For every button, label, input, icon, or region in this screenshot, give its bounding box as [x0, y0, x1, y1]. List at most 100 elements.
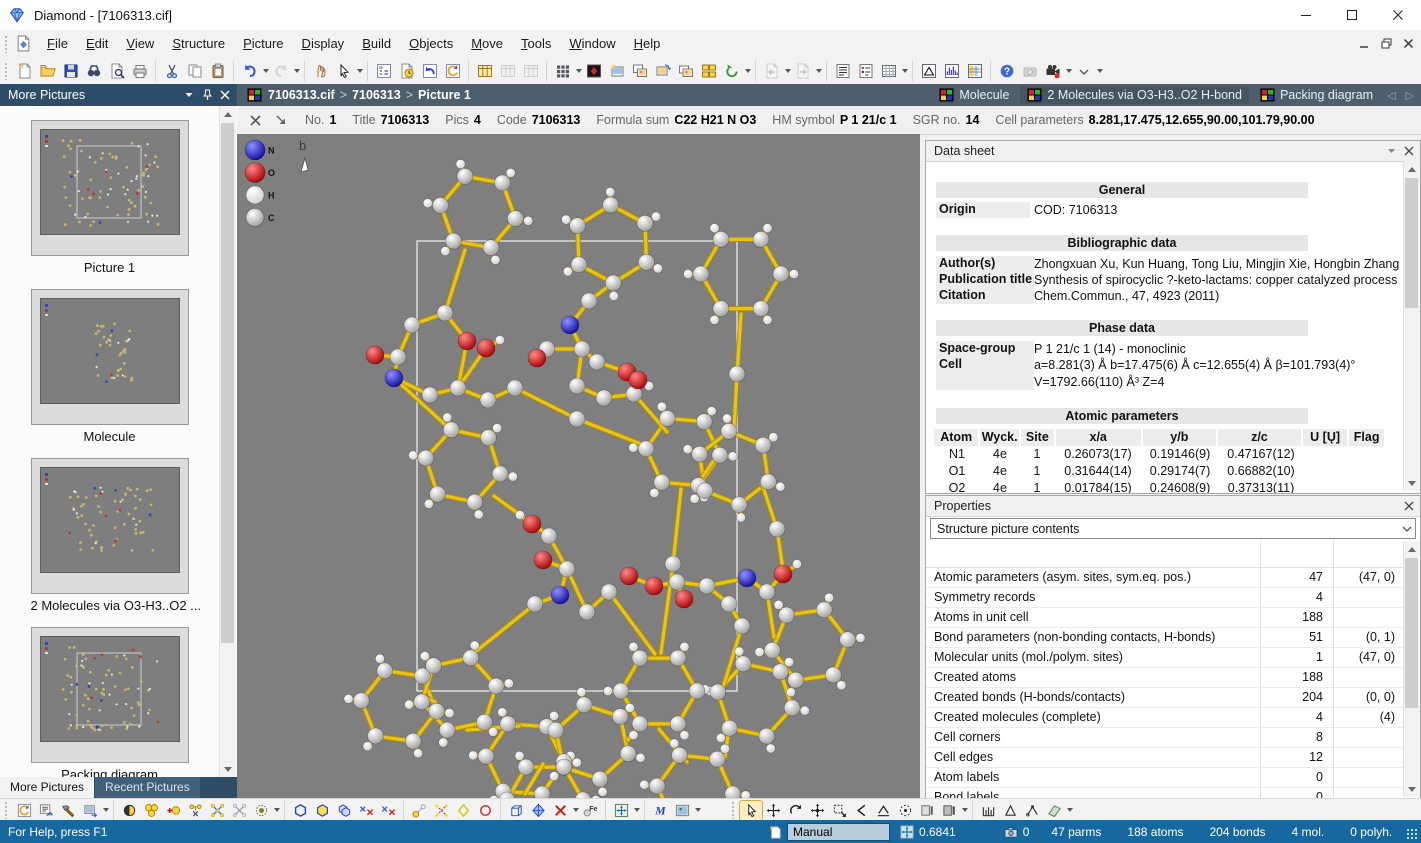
copy-button[interactable]	[183, 60, 206, 82]
history-doc-button[interactable]	[395, 60, 418, 82]
move-all-button[interactable]	[806, 801, 828, 820]
connect-atoms-button[interactable]	[206, 801, 228, 820]
dropdown-arrow-icon[interactable]	[962, 808, 968, 812]
scale-view-button[interactable]	[828, 801, 850, 820]
picture-multi-button[interactable]	[674, 60, 697, 82]
dropdown-arrow-icon[interactable]	[1097, 69, 1103, 73]
diamond-outline-button[interactable]	[452, 801, 474, 820]
dock-tab-more-pictures[interactable]: More Pictures	[0, 777, 94, 798]
picture-tab-molecule[interactable]: Molecule	[932, 86, 1016, 104]
structure-3d-view[interactable]: NOHCb	[237, 134, 920, 798]
refresh-box-button[interactable]	[441, 60, 464, 82]
toolbar-grip[interactable]	[731, 801, 736, 819]
dropdown-arrow-icon[interactable]	[357, 69, 363, 73]
delete-fragment-button[interactable]	[228, 801, 250, 820]
structure-viewport[interactable]: NOHCb	[237, 134, 920, 798]
add-atoms-button[interactable]	[140, 801, 162, 820]
move-xy-button[interactable]	[762, 801, 784, 820]
properties-row[interactable]: Atoms in unit cell188	[926, 608, 1403, 628]
tree-view-button[interactable]	[372, 60, 395, 82]
dropdown-arrow-icon[interactable]	[274, 808, 280, 812]
thumbnails-scrollbar[interactable]	[219, 106, 236, 777]
hexagon-outline-button[interactable]	[289, 801, 311, 820]
circle-outline-button[interactable]	[474, 801, 496, 820]
atom-sphere-button[interactable]	[118, 801, 140, 820]
picture-tab-2-molecules-via-o3-h3-o2-h-bond[interactable]: 2 Molecules via O3-H3..O2 H-bond	[1020, 86, 1249, 104]
properties-row[interactable]: Created atoms188	[926, 668, 1403, 688]
walk-1-button[interactable]	[916, 801, 938, 820]
breadcrumb[interactable]: 7106313.cif>7106313>Picture 1	[268, 88, 471, 102]
mdi-minimize-button[interactable]	[1357, 37, 1371, 50]
dropdown-arrow-icon[interactable]	[816, 69, 822, 73]
menu-file[interactable]: File	[38, 32, 77, 55]
doc-properties-button[interactable]	[854, 60, 877, 82]
menu-help[interactable]: Help	[625, 32, 670, 55]
menu-edit[interactable]: Edit	[77, 32, 117, 55]
scroll-down-button[interactable]	[1404, 781, 1420, 797]
scroll-up-button[interactable]	[220, 106, 236, 122]
minimize-button[interactable]	[1283, 0, 1329, 30]
contacts-xx-button[interactable]	[377, 801, 399, 820]
thumbnail-frame[interactable]	[31, 289, 189, 425]
properties-row[interactable]: Cell edges12	[926, 748, 1403, 768]
undo-box-button[interactable]	[418, 60, 441, 82]
panel-menu-button[interactable]	[1382, 143, 1400, 159]
picture-copy-button[interactable]	[628, 60, 651, 82]
pin-button[interactable]	[198, 86, 216, 104]
picture-tab-packing-diagram[interactable]: Packing diagram	[1253, 86, 1380, 104]
thumbnail-packing-diagram[interactable]: Packing diagram	[31, 627, 189, 777]
overflow-button[interactable]	[1072, 60, 1095, 82]
tab-scroll-right-button[interactable]: ▷	[1403, 89, 1417, 102]
picture-transfer-button[interactable]	[651, 60, 674, 82]
dropdown-arrow-icon[interactable]	[745, 69, 751, 73]
pan-hand-button[interactable]	[309, 60, 332, 82]
print-button[interactable]	[128, 60, 151, 82]
history-green-button[interactable]	[720, 60, 743, 82]
toolbar-grip[interactable]	[4, 801, 9, 819]
breadcrumb-part[interactable]: 7106313	[352, 88, 401, 102]
tab-scroll-left-button[interactable]: ◁	[1384, 89, 1398, 102]
scrollbar-thumb[interactable]	[1405, 178, 1418, 308]
menu-build[interactable]: Build	[353, 32, 400, 55]
toolbar-grip[interactable]	[4, 62, 9, 80]
resize-grip[interactable]	[1406, 828, 1419, 841]
breadcrumb-part[interactable]: Picture 1	[418, 88, 471, 102]
photo-button[interactable]	[1018, 60, 1041, 82]
ring-stack-button[interactable]	[333, 801, 355, 820]
thumbnail-frame[interactable]	[31, 120, 189, 256]
thumbnail-frame[interactable]	[31, 458, 189, 594]
properties-header[interactable]: Properties	[926, 496, 1420, 517]
close-infobar-button[interactable]	[247, 112, 263, 128]
doc-list-button[interactable]	[831, 60, 854, 82]
scroll-up-button[interactable]	[1404, 541, 1420, 557]
new-doc-button[interactable]	[13, 60, 36, 82]
walk-2-button[interactable]	[938, 801, 960, 820]
properties-selector[interactable]: Structure picture contents	[930, 518, 1416, 539]
thumbnail-picture-1[interactable]: Picture 1	[31, 120, 189, 275]
mdi-close-button[interactable]	[1401, 37, 1415, 50]
panel-menu-button[interactable]	[180, 86, 198, 104]
polyhedron-button[interactable]	[527, 801, 549, 820]
properties-scrollbar[interactable]	[1403, 541, 1420, 797]
thumbnail-frame[interactable]	[31, 627, 189, 763]
distance-plot-button[interactable]	[917, 60, 940, 82]
render-view-button[interactable]	[582, 60, 605, 82]
menu-window[interactable]: Window	[560, 32, 624, 55]
menu-tools[interactable]: Tools	[512, 32, 560, 55]
panel-close-button[interactable]	[1400, 143, 1418, 159]
powder-pattern-button[interactable]	[940, 60, 963, 82]
properties-row[interactable]: Bond parameters (non-bonding contacts, H…	[926, 628, 1403, 648]
dropdown-arrow-icon[interactable]	[294, 69, 300, 73]
grid-view-button[interactable]	[551, 60, 574, 82]
picture-small-button[interactable]	[671, 801, 693, 820]
video-button[interactable]	[1041, 60, 1064, 82]
properties-row[interactable]: Atomic parameters (asym. sites, sym.eq. …	[926, 568, 1403, 588]
expand-infobar-button[interactable]	[273, 112, 289, 128]
table-calc-button[interactable]	[473, 60, 496, 82]
menu-view[interactable]: View	[117, 32, 163, 55]
fe-atom-button[interactable]: Fe	[579, 801, 601, 820]
menu-move[interactable]: Move	[462, 32, 512, 55]
build-tools-button[interactable]	[57, 801, 79, 820]
redo-button[interactable]	[269, 60, 292, 82]
help-button[interactable]: ?	[995, 60, 1018, 82]
